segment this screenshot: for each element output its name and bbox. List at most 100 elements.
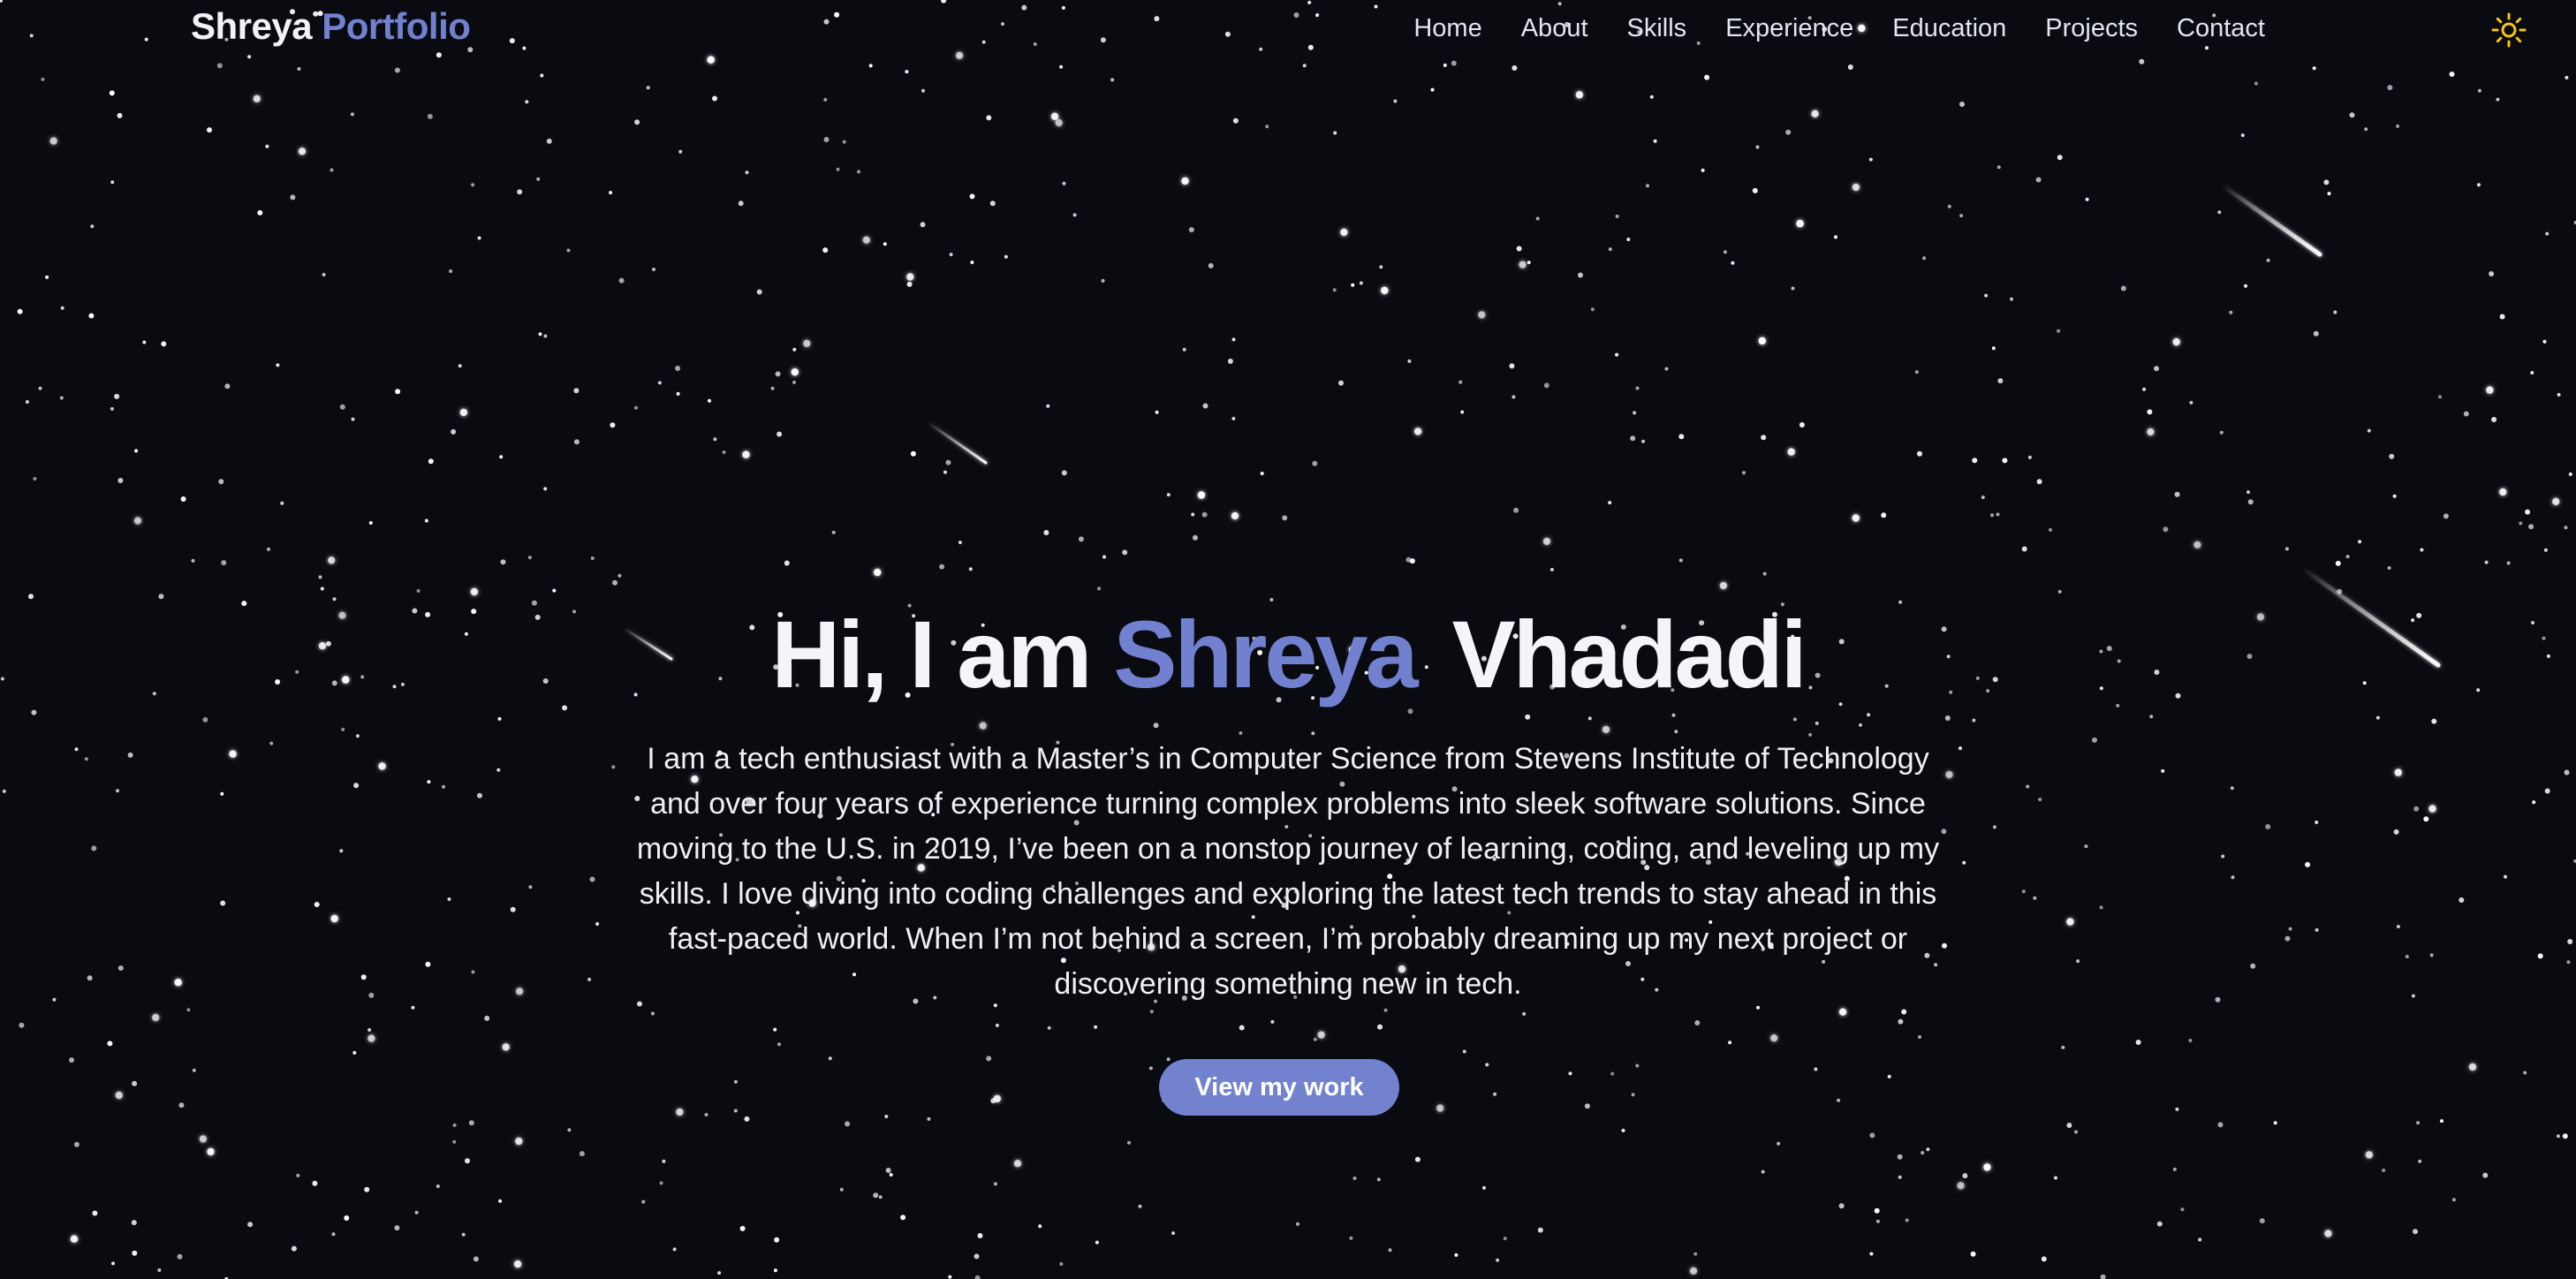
star — [280, 501, 284, 505]
nav-link-projects[interactable]: Projects — [2045, 14, 2138, 43]
star — [1918, 1035, 1921, 1039]
star — [823, 97, 828, 102]
star — [114, 393, 120, 399]
nav-link-home[interactable]: Home — [1413, 14, 1481, 43]
star — [1359, 281, 1363, 285]
star — [675, 366, 681, 371]
star — [1062, 181, 1066, 185]
star — [414, 1210, 419, 1215]
theme-toggle-button[interactable] — [2488, 9, 2530, 51]
star — [2564, 769, 2570, 776]
star — [1742, 471, 1746, 475]
star — [1898, 1175, 1902, 1179]
star — [777, 1042, 781, 1047]
star — [2315, 821, 2319, 824]
star — [2499, 314, 2505, 320]
star — [1671, 713, 1676, 717]
star — [1516, 246, 1522, 252]
star — [186, 1008, 191, 1012]
nav-link-experience[interactable]: Experience — [1725, 14, 1853, 43]
star — [1376, 1177, 1381, 1182]
star — [1898, 1018, 1904, 1025]
star — [339, 404, 345, 410]
star — [1153, 723, 1159, 729]
star — [595, 922, 600, 926]
star — [2393, 829, 2399, 835]
star — [2076, 959, 2080, 964]
star — [862, 236, 870, 244]
star — [1377, 1024, 1383, 1030]
star — [1482, 1185, 1486, 1190]
star — [367, 1034, 375, 1042]
star — [2556, 1134, 2560, 1139]
star — [1122, 549, 1128, 556]
star — [977, 1233, 983, 1238]
star — [339, 849, 344, 853]
star — [2021, 889, 2026, 894]
star — [2484, 560, 2489, 564]
nav-link-about[interactable]: About — [1521, 14, 1588, 43]
star — [1859, 723, 1862, 727]
star — [2147, 428, 2155, 436]
star — [1503, 1237, 1507, 1241]
site-logo[interactable]: Shreya Portfolio — [191, 5, 471, 48]
star — [2163, 526, 2169, 533]
star — [2219, 430, 2224, 435]
nav-link-education[interactable]: Education — [1892, 14, 2006, 43]
star — [2265, 824, 2271, 829]
star — [970, 261, 974, 264]
star — [2568, 472, 2572, 476]
star — [355, 734, 360, 738]
star — [2413, 806, 2420, 812]
star — [573, 388, 580, 394]
star — [657, 381, 662, 385]
star — [646, 86, 650, 90]
star — [1072, 213, 1077, 217]
star — [447, 897, 451, 901]
star — [2423, 816, 2429, 822]
star — [910, 450, 916, 457]
star — [906, 281, 913, 287]
star — [394, 67, 400, 73]
star — [1584, 1103, 1590, 1109]
star — [874, 568, 882, 577]
star — [318, 575, 322, 579]
star — [353, 783, 360, 789]
nav-link-contact[interactable]: Contact — [2177, 14, 2265, 43]
star — [1970, 1251, 1976, 1257]
star — [1436, 1104, 1444, 1112]
star — [110, 180, 115, 185]
star — [2273, 1121, 2277, 1125]
star — [873, 1192, 879, 1199]
star — [470, 587, 479, 596]
star — [579, 1151, 585, 1157]
star — [617, 573, 622, 578]
star — [2092, 737, 2097, 743]
star — [1095, 1240, 1099, 1245]
view-my-work-button[interactable]: View my work — [1159, 1059, 1399, 1116]
star — [2375, 715, 2380, 720]
star — [2440, 1119, 2443, 1124]
star — [74, 747, 79, 752]
star — [1791, 286, 1795, 291]
star — [1227, 359, 1233, 364]
star — [1260, 472, 1264, 475]
star — [1881, 512, 1887, 518]
star — [1590, 307, 1595, 312]
star — [498, 1199, 503, 1203]
nav-link-skills[interactable]: Skills — [1627, 14, 1687, 43]
star — [733, 1079, 738, 1084]
star — [1838, 1203, 1845, 1209]
star — [1270, 1019, 1275, 1024]
star — [1996, 512, 2000, 517]
star — [1610, 1071, 1615, 1076]
star — [1047, 1025, 1051, 1030]
star — [1897, 1154, 1903, 1160]
star — [484, 1015, 490, 1021]
star — [1043, 530, 1049, 535]
star — [587, 977, 592, 981]
star — [2387, 85, 2393, 91]
star — [45, 275, 49, 279]
star — [2036, 479, 2042, 485]
star — [351, 417, 355, 421]
